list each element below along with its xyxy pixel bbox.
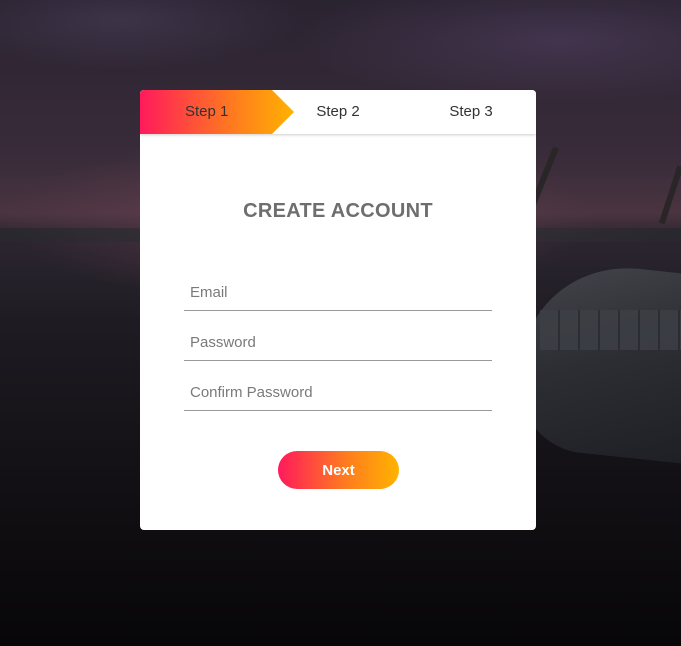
background-boat: [520, 256, 681, 470]
next-button[interactable]: Next: [278, 451, 399, 489]
email-field[interactable]: [184, 275, 492, 311]
form-title: CREATE ACCOUNT: [243, 200, 433, 222]
password-field[interactable]: [184, 325, 492, 361]
background-pole: [658, 165, 681, 225]
step-3-label: Step 3: [449, 103, 493, 120]
step-1-tab[interactable]: Step 1: [140, 90, 294, 134]
step-progress-bar: Step 1 Step 2 Step 3: [140, 90, 536, 134]
step-2-tab[interactable]: Step 2: [294, 90, 382, 134]
confirm-password-field[interactable]: [184, 375, 492, 411]
step-1-label: Step 1: [185, 103, 229, 120]
step-3-tab[interactable]: Step 3: [427, 90, 515, 134]
step-2-label: Step 2: [316, 103, 360, 120]
background-boat-deck: [540, 310, 681, 350]
signup-card: Step 1 Step 2 Step 3 CREATE ACCOUNT Next: [140, 90, 536, 530]
